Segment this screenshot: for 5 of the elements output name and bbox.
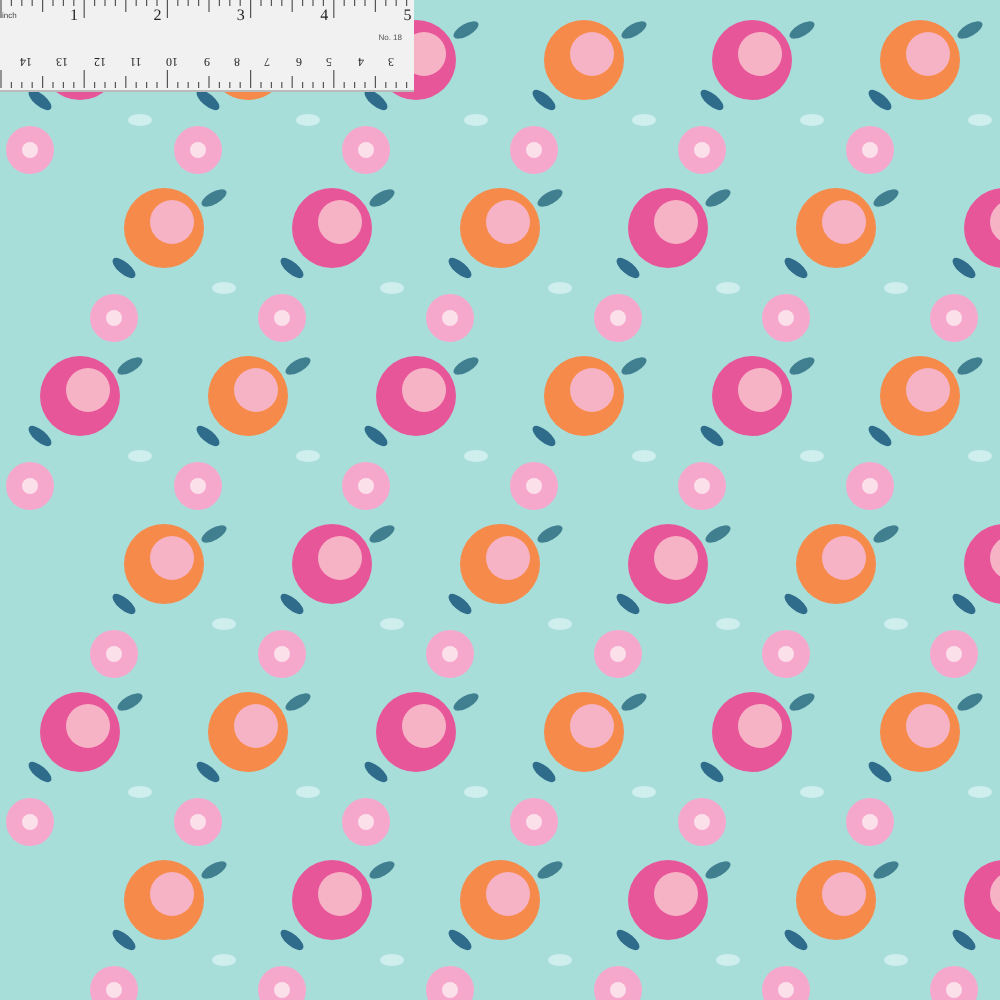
inch-number: 5: [403, 8, 412, 24]
inch-number: 3: [236, 8, 245, 24]
inch-number: 1: [70, 8, 78, 24]
inch-number: 4: [320, 8, 329, 24]
inch-number: 2: [153, 8, 162, 24]
